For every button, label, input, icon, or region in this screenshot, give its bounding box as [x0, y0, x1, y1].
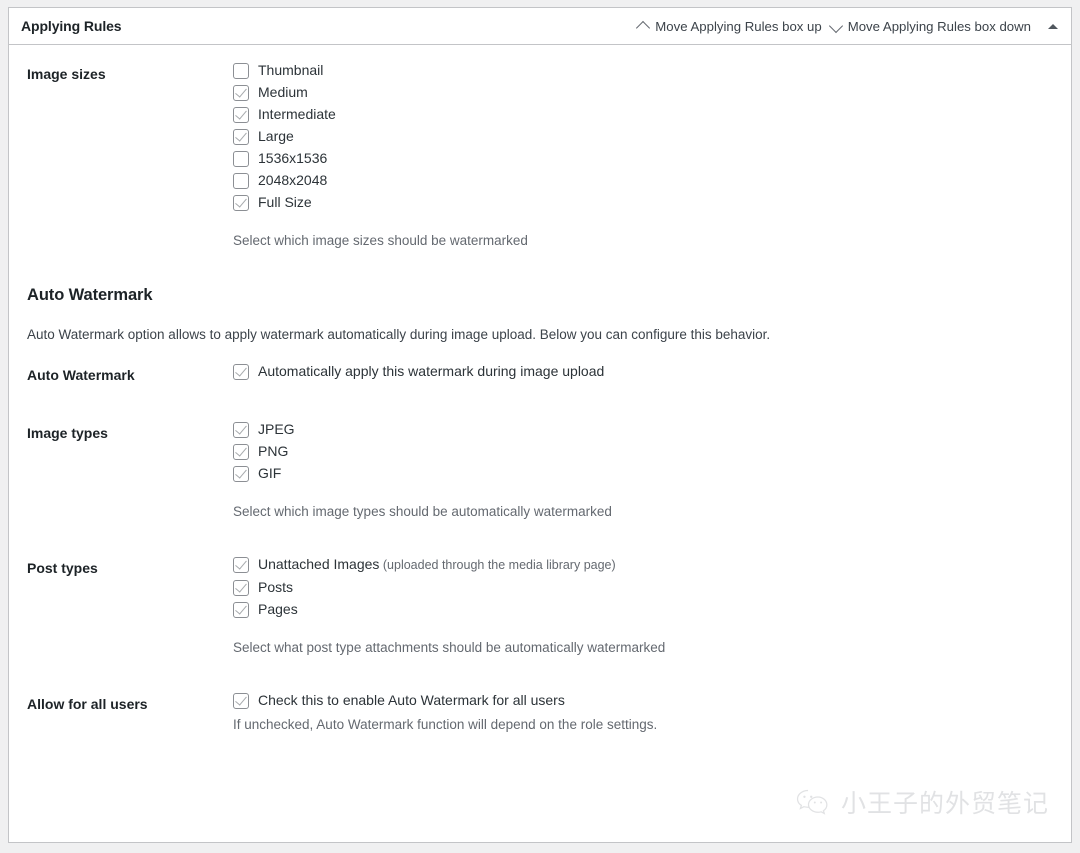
- checkbox-thumbnail[interactable]: [233, 63, 249, 79]
- move-box-down-label: Move Applying Rules box down: [847, 18, 1031, 34]
- post-types-options: Unattached Images (uploaded through the …: [233, 539, 1071, 675]
- image-types-label: Image types: [27, 424, 108, 441]
- table-row: Allow for all users Check this to enable…: [9, 675, 1071, 752]
- move-box-up-button[interactable]: Move Applying Rules box up: [633, 19, 825, 34]
- checkbox-row[interactable]: JPEG: [233, 421, 1061, 438]
- checkbox-row[interactable]: 2048x2048: [233, 172, 1061, 189]
- image-sizes-label: Image sizes: [27, 66, 106, 82]
- checkbox-label: Pages: [258, 600, 298, 617]
- checkbox-label: Full Size: [258, 194, 312, 210]
- postbox-header: Applying Rules Move Applying Rules box u…: [9, 8, 1071, 45]
- checkbox-label: 1536x1536: [258, 150, 328, 166]
- checkbox-large[interactable]: [233, 129, 249, 145]
- watermark-overlay: 小王子的外贸笔记: [795, 784, 1049, 820]
- move-box-down-button[interactable]: Move Applying Rules box down: [826, 19, 1035, 34]
- allow-all-users-label: Allow for all users: [27, 696, 148, 713]
- checkbox-label: Automatically apply this watermark durin…: [258, 362, 605, 379]
- checkbox-label: 2048x2048: [258, 172, 328, 188]
- watermark-text: 小王子的外贸笔记: [840, 789, 1049, 818]
- checkbox-posts[interactable]: [233, 579, 249, 596]
- checkbox-label: Medium: [258, 84, 308, 100]
- checkbox-row[interactable]: Medium: [233, 84, 1061, 101]
- checkbox-label: GIF: [258, 464, 282, 481]
- checkbox-row[interactable]: PNG: [233, 443, 1061, 460]
- checkbox-jpeg[interactable]: [233, 421, 249, 438]
- page-title: Applying Rules: [21, 18, 122, 34]
- checkbox-row[interactable]: Intermediate: [233, 106, 1061, 123]
- table-row: Auto Watermark Automatically apply this …: [9, 346, 1071, 404]
- checkbox-row[interactable]: 1536x1536: [233, 150, 1061, 167]
- checkbox-row[interactable]: Pages: [233, 601, 1061, 618]
- checkbox-label-text: Unattached Images: [258, 555, 380, 572]
- checkbox-label-note: (uploaded through the media library page…: [379, 557, 616, 572]
- checkbox-label: Large: [258, 128, 294, 144]
- checkbox-medium[interactable]: [233, 85, 249, 101]
- checkbox-intermediate[interactable]: [233, 107, 249, 123]
- postbox-body: Image sizes Thumbnail Medium Intermediat…: [9, 45, 1071, 752]
- image-sizes-description: Select which image sizes should be water…: [233, 233, 528, 248]
- image-types-options: JPEG PNG GIF Select which image types sh…: [233, 404, 1071, 539]
- auto-watermark-section-description: Auto Watermark option allows to apply wa…: [27, 327, 771, 343]
- auto-watermark-label: Auto Watermark: [27, 366, 135, 383]
- applying-rules-postbox: Applying Rules Move Applying Rules box u…: [8, 7, 1072, 843]
- wechat-logo-icon: [796, 789, 828, 815]
- allow-all-users-description: If unchecked, Auto Watermark function wi…: [233, 717, 658, 733]
- image-sizes-options: Thumbnail Medium Intermediate Large 1536…: [233, 45, 1071, 268]
- checkbox-row[interactable]: Thumbnail: [233, 62, 1061, 79]
- checkbox-label: Unattached Images (uploaded through the …: [258, 556, 616, 574]
- checkbox-row[interactable]: Large: [233, 128, 1061, 145]
- checkbox-label: Check this to enable Auto Watermark for …: [258, 692, 565, 709]
- checkbox-1536x1536[interactable]: [233, 151, 249, 167]
- checkbox-row[interactable]: Check this to enable Auto Watermark for …: [233, 692, 1061, 710]
- checkbox-row[interactable]: GIF: [233, 465, 1061, 482]
- move-box-up-label: Move Applying Rules box up: [655, 18, 822, 34]
- auto-watermark-heading: Auto Watermark: [27, 286, 153, 305]
- checkbox-row[interactable]: Posts: [233, 579, 1061, 596]
- auto-watermark-section-head: Auto Watermark Auto Watermark option all…: [9, 268, 1071, 345]
- checkbox-row[interactable]: Full Size: [233, 194, 1061, 211]
- chevron-up-icon: [637, 20, 650, 33]
- checkbox-label: PNG: [258, 442, 289, 459]
- checkbox-2048x2048[interactable]: [233, 173, 249, 189]
- checkbox-gif[interactable]: [233, 465, 249, 482]
- table-row: Image types JPEG PNG GIF Select which im: [9, 404, 1071, 539]
- checkbox-label: Posts: [258, 578, 294, 595]
- allow-all-users-option: Check this to enable Auto Watermark for …: [233, 675, 1071, 752]
- image-types-description: Select which image types should be autom…: [233, 503, 612, 519]
- checkbox-pages[interactable]: [233, 601, 249, 618]
- auto-watermark-option: Automatically apply this watermark durin…: [233, 346, 1071, 404]
- checkbox-unattached-images[interactable]: [233, 556, 249, 573]
- post-types-label: Post types: [27, 559, 98, 576]
- checkbox-allow-all-users[interactable]: [233, 693, 249, 710]
- checkbox-label: Intermediate: [258, 106, 336, 122]
- table-row: Image sizes Thumbnail Medium Intermediat…: [9, 45, 1071, 268]
- image-sizes-table: Image sizes Thumbnail Medium Intermediat…: [9, 45, 1071, 268]
- checkbox-full-size[interactable]: [233, 195, 249, 211]
- checkbox-row[interactable]: Automatically apply this watermark durin…: [233, 363, 1061, 380]
- checkbox-label: JPEG: [258, 420, 295, 437]
- post-types-description: Select what post type attachments should…: [233, 639, 666, 655]
- checkbox-row[interactable]: Unattached Images (uploaded through the …: [233, 556, 1061, 574]
- auto-watermark-table: Auto Watermark Automatically apply this …: [9, 346, 1071, 753]
- handle-actions: Move Applying Rules box up Move Applying…: [633, 11, 1067, 41]
- table-row: Post types Unattached Images (uploaded t…: [9, 539, 1071, 675]
- toggle-panel-icon[interactable]: [1039, 11, 1067, 41]
- checkbox-auto-watermark[interactable]: [233, 363, 249, 380]
- checkbox-label: Thumbnail: [258, 62, 324, 78]
- chevron-down-icon: [830, 20, 843, 33]
- checkbox-png[interactable]: [233, 443, 249, 460]
